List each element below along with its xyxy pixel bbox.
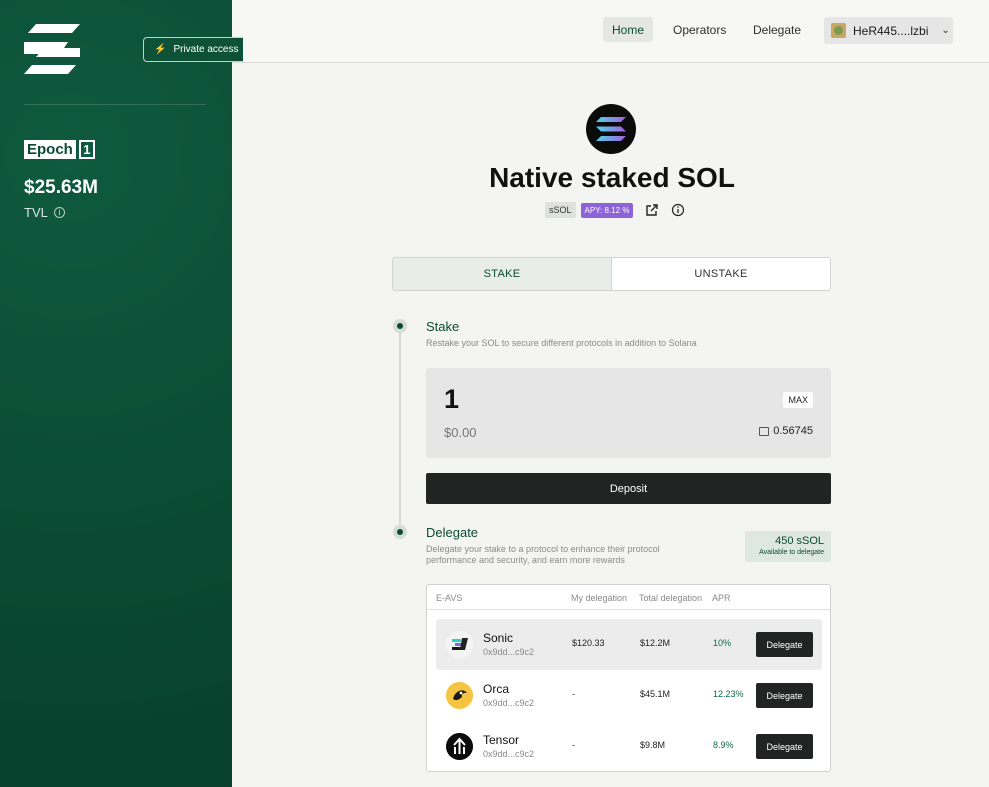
available-to-delegate-badge: 450 sSOL Available to delegate <box>745 531 831 562</box>
wallet-icon <box>759 426 770 436</box>
epoch-number: 1 <box>78 140 95 159</box>
sidebar: Epoch 1 $25.63M TVL i <box>0 0 232 787</box>
operator-name: Sonic <box>483 631 514 645</box>
my-delegation-cell: $120.33 <box>572 638 605 648</box>
delegate-desc-line2: performance and security, and earn more … <box>426 555 625 565</box>
amount-input[interactable]: 1 <box>444 384 459 415</box>
avatar <box>831 23 846 38</box>
table-row[interactable]: Sonic 0x9dd...c9c2 $120.33 $12.2M 10% De… <box>436 619 822 670</box>
wallet-balance: 0.56745 <box>759 425 813 437</box>
private-access-label: Private access <box>173 44 239 55</box>
stake-tabs: STAKE UNSTAKE <box>392 257 831 291</box>
lightning-icon: ⚡ <box>154 44 167 55</box>
stake-step-title: Stake <box>426 319 460 334</box>
symbol-badge: sSOL <box>545 202 576 218</box>
table-divider <box>427 609 830 610</box>
total-delegation-cell: $9.8M <box>640 740 666 750</box>
table-header-eavs: E-AVS <box>436 593 463 603</box>
operator-name: Tensor <box>483 733 520 747</box>
epoch-indicator: Epoch 1 <box>24 140 95 159</box>
chevron-down-icon: ⌄ <box>941 25 950 36</box>
apr-cell: 8.9% <box>713 740 734 750</box>
delegate-button[interactable]: Delegate <box>756 683 813 708</box>
amount-input-box[interactable]: 1 $0.00 MAX 0.56745 <box>426 368 831 458</box>
sonic-icon <box>446 631 473 658</box>
table-row[interactable]: Orca 0x9dd...c9c2 - $45.1M 12.23% Delega… <box>436 670 822 721</box>
tvl-label: TVL <box>24 205 48 220</box>
tensor-icon <box>446 733 473 760</box>
delegate-button[interactable]: Delegate <box>756 632 813 657</box>
solana-logo-icon <box>586 104 636 154</box>
table-header-apr: APR <box>712 593 731 603</box>
deposit-button[interactable]: Deposit <box>426 473 831 504</box>
step-indicator-delegate <box>393 525 407 539</box>
apr-cell: 10% <box>713 638 732 648</box>
tvl-label-row: TVL i <box>24 205 65 220</box>
my-delegation-cell: - <box>572 740 575 750</box>
my-delegation-cell: - <box>572 689 575 699</box>
delegate-desc-line1: Delegate your stake to a protocol to enh… <box>426 544 660 554</box>
delegate-step-title: Delegate <box>426 525 479 540</box>
private-access-button[interactable]: ⚡ Private access <box>143 37 243 62</box>
apy-badge: APY: 8.12 % <box>580 202 634 218</box>
operator-address: 0x9dd...c9c2 <box>483 698 535 708</box>
stake-step-desc: Restake your SOL to secure different pro… <box>426 338 697 348</box>
logo-icon <box>24 24 80 74</box>
usd-value: $0.00 <box>444 425 477 440</box>
available-label: Available to delegate <box>759 549 824 556</box>
step-indicator-stake <box>393 319 407 333</box>
operator-address: 0x9dd...c9c2 <box>483 647 535 657</box>
nav-home[interactable]: Home <box>603 17 654 42</box>
step-timeline <box>399 326 401 532</box>
balance-value: 0.56745 <box>773 425 813 437</box>
nav-delegate[interactable]: Delegate <box>744 17 810 42</box>
page-title: Native staked SOL <box>489 162 735 193</box>
total-delegation-cell: $12.2M <box>640 638 671 648</box>
table-header-total-delegation: Total delegation <box>639 593 703 603</box>
operator-name: Orca <box>483 682 510 696</box>
delegate-button[interactable]: Delegate <box>756 734 813 759</box>
total-delegation-cell: $45.1M <box>640 689 671 699</box>
max-button[interactable]: MAX <box>783 392 813 408</box>
tab-unstake[interactable]: UNSTAKE <box>612 258 830 290</box>
tvl-value: $25.63M <box>24 177 98 198</box>
external-link-icon[interactable] <box>645 203 659 217</box>
epoch-label: Epoch <box>24 140 76 159</box>
wallet-address: HeR445....lzbi <box>853 23 929 38</box>
orca-icon <box>446 682 473 709</box>
top-nav: Home Operators Delegate HeR445....lzbi ⌄ <box>232 0 989 63</box>
table-row[interactable]: Tensor 0x9dd...c9c2 - $9.8M 8.9% Delegat… <box>436 721 822 772</box>
apr-cell: 12.23% <box>713 689 744 699</box>
tab-stake[interactable]: STAKE <box>393 258 612 290</box>
token-tags: sSOL APY: 8.12 % <box>545 202 685 218</box>
delegate-step-desc: Delegate your stake to a protocol to enh… <box>426 544 660 566</box>
info-icon[interactable]: i <box>53 207 65 218</box>
info-icon[interactable] <box>671 203 685 217</box>
sidebar-divider <box>24 104 206 105</box>
operator-address: 0x9dd...c9c2 <box>483 749 535 759</box>
table-header-my-delegation: My delegation <box>571 593 628 603</box>
nav-operators[interactable]: Operators <box>664 17 735 42</box>
wallet-button[interactable]: HeR445....lzbi ⌄ <box>824 17 953 44</box>
eavs-table: E-AVS My delegation Total delegation APR… <box>426 584 831 772</box>
available-amount: 450 sSOL <box>775 535 824 547</box>
